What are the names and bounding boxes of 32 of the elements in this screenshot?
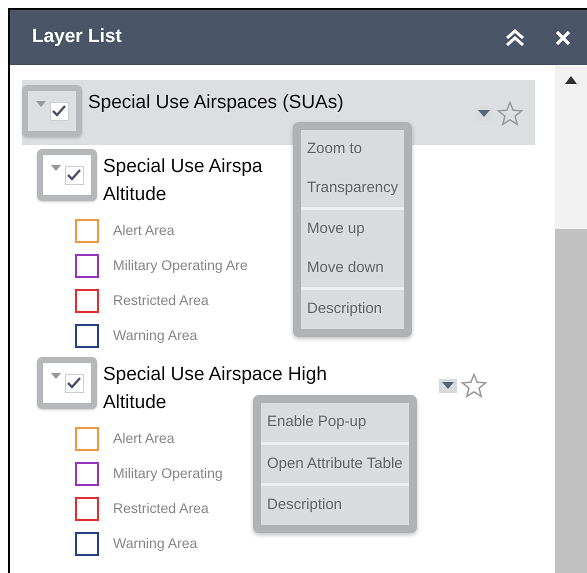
menu-item[interactable]: Open Attribute Table <box>261 444 409 483</box>
caret-icon <box>478 110 490 118</box>
star-icon[interactable] <box>461 373 487 398</box>
scroll-up-icon[interactable] <box>565 76 577 84</box>
legend-label: Military Operating Are <box>113 256 248 275</box>
menu-item[interactable]: Description <box>261 486 409 524</box>
layer-checkbox[interactable] <box>64 374 84 392</box>
dropdown-caret-button[interactable] <box>439 378 457 392</box>
menu-item[interactable]: Transparency <box>301 168 404 207</box>
menu-item[interactable]: Move down <box>301 248 404 287</box>
scrollbar[interactable] <box>555 65 587 573</box>
layer-name[interactable]: Special Use Airspa Altitude <box>103 149 262 209</box>
menu-item[interactable]: Description <box>301 290 404 328</box>
expand-caret-icon[interactable] <box>50 371 60 381</box>
dropdown-caret-button[interactable] <box>475 106 493 120</box>
panel-title: Layer List <box>32 25 123 50</box>
layer-checkbox[interactable] <box>64 166 84 184</box>
expand-caret-icon[interactable] <box>50 163 60 173</box>
legend-label: Alert Area <box>113 429 174 448</box>
legend-label: Alert Area <box>113 221 174 240</box>
legend-label: Restricted Area <box>113 499 209 518</box>
legend-label: Restricted Area <box>113 291 209 310</box>
legend-label: Warning Area <box>113 326 198 345</box>
legend-label: Military Operating <box>113 464 223 483</box>
menu-item[interactable]: Move up <box>301 210 404 248</box>
legend-label: Warning Area <box>113 534 198 553</box>
menu-item[interactable]: Enable Pop-up <box>261 403 409 442</box>
star-icon[interactable] <box>497 101 523 126</box>
layer-name[interactable]: Special Use Airspaces (SUAs) <box>88 85 344 117</box>
caret-icon <box>442 382 454 390</box>
scrollbar-thumb[interactable] <box>555 229 587 573</box>
layer-checkbox[interactable] <box>50 102 68 120</box>
